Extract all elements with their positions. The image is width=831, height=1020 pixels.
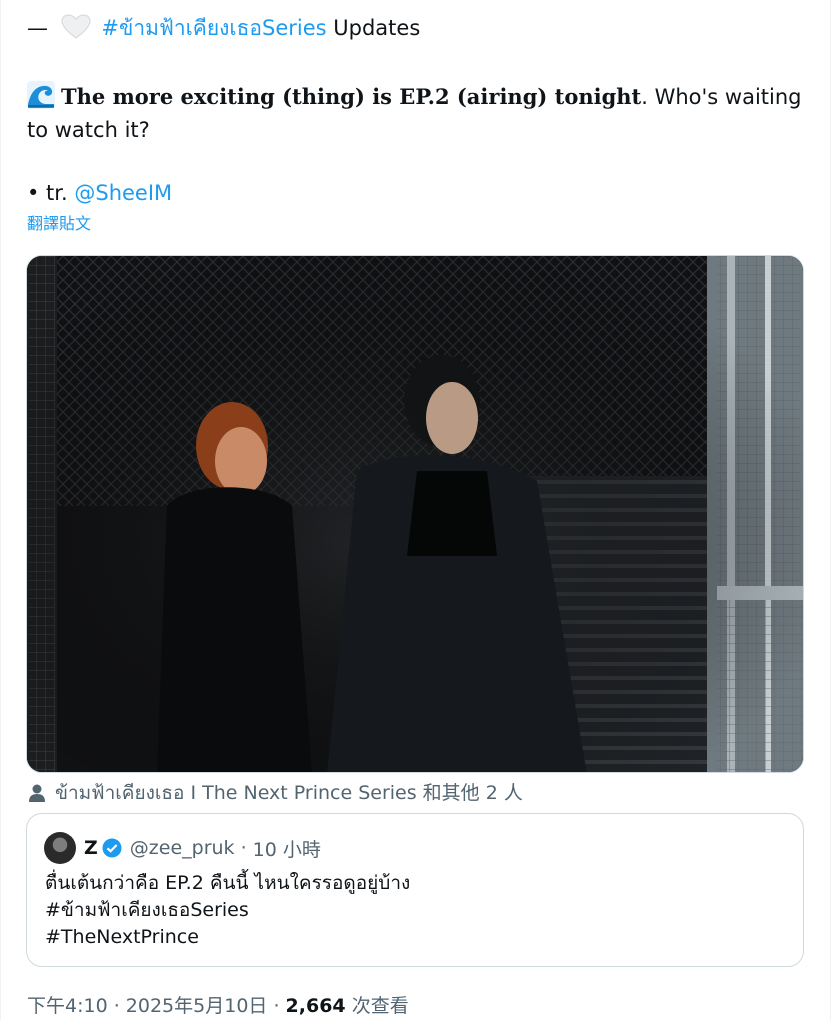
tweet-body-main: The more exciting (thing) is EP.2 (airin… <box>27 80 802 147</box>
quoted-tweet-text: ตื่นเต้นกว่าคือ EP.2 คืนนี้ ไหนใครรอดูอย… <box>45 870 410 951</box>
highlight-text: The more exciting (thing) is EP.2 (airin… <box>61 84 642 109</box>
translate-post-link[interactable]: 翻譯貼文 <box>27 213 91 235</box>
quoted-line-2: #ข้ามฟ้าเคียงเธอSeries <box>45 899 249 921</box>
highlight-period: . <box>641 85 648 109</box>
hashtag-series-link[interactable]: #ข้ามฟ้าเคียงเธอSeries <box>101 16 326 40</box>
translator-credit: • tr. @SheeIM <box>27 178 172 208</box>
person-icon <box>29 784 45 802</box>
post-date[interactable]: 2025年5月10日 <box>126 995 268 1017</box>
quoted-author-name[interactable]: Z <box>84 837 98 859</box>
tweet-photo[interactable] <box>26 255 804 773</box>
footer-separator: · <box>267 995 286 1017</box>
wave-icon <box>27 81 55 109</box>
intro-dash: — <box>27 16 48 40</box>
quoted-author-handle[interactable]: @zee_pruk <box>130 837 235 859</box>
post-time[interactable]: 下午4:10 <box>27 995 108 1017</box>
view-count: 2,664 <box>285 995 346 1017</box>
tagged-users-text: ข้ามฟ้าเคียงเธอ I The Next Prince Series… <box>55 782 523 804</box>
tagged-users-row[interactable]: ข้ามฟ้าเคียงเธอ I The Next Prince Series… <box>27 780 523 806</box>
quoted-tweet[interactable]: Z @zee_pruk · 10 小時 ตื่นเต้นกว่าคือ EP.2… <box>26 813 804 967</box>
verified-badge-icon <box>102 838 122 858</box>
quoted-meta-separator: · <box>240 837 247 859</box>
tweet-container: — #ข้ามฟ้าเคียงเธอSeries Updates The mor… <box>0 0 831 1020</box>
tr-prefix: • tr. <box>27 181 68 205</box>
view-label: 次查看 <box>345 995 409 1017</box>
intro-line: — #ข้ามฟ้าเคียงเธอSeries Updates <box>27 14 420 47</box>
quoted-time[interactable]: 10 小時 <box>253 835 321 862</box>
quoted-tweet-header: Z @zee_pruk · 10 小時 <box>44 832 321 864</box>
avatar[interactable] <box>44 832 76 864</box>
tweet-footer: 下午4:10 · 2025年5月10日 · 2,664 次查看 <box>27 993 409 1019</box>
updates-text: Updates <box>333 16 421 40</box>
translator-handle-link[interactable]: @SheeIM <box>74 181 172 205</box>
quoted-line-1: ตื่นเต้นกว่าคือ EP.2 คืนนี้ ไหนใครรอดูอย… <box>45 872 411 894</box>
quoted-line-3: #TheNextPrince <box>45 926 199 948</box>
heart-icon <box>61 14 91 47</box>
footer-separator: · <box>107 995 126 1017</box>
